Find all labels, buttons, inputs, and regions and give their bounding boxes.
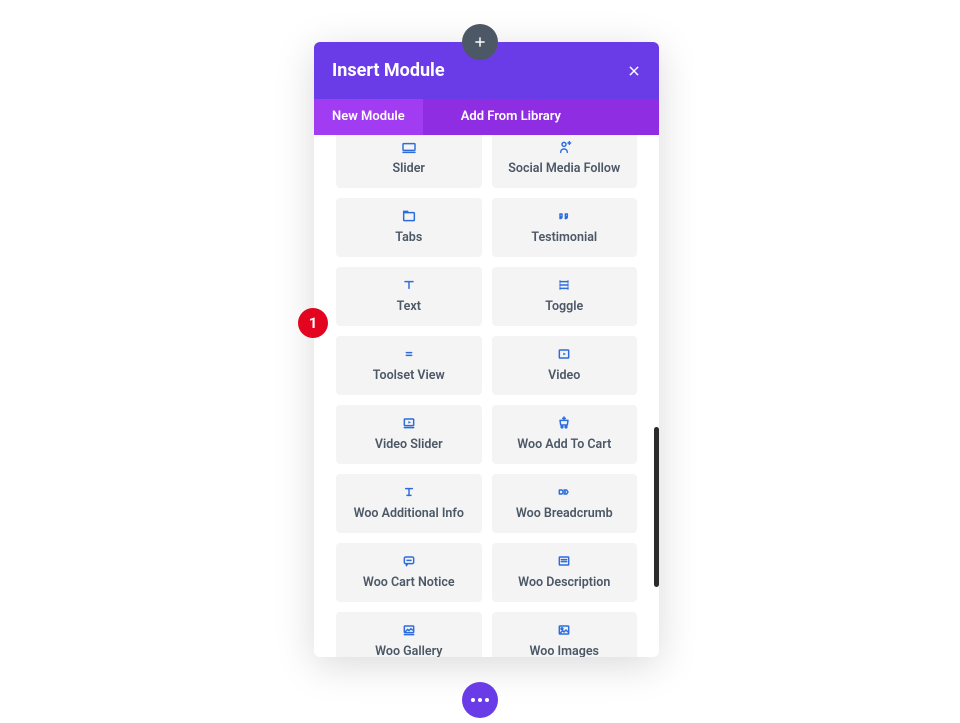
module-woo-breadcrumb[interactable]: Woo Breadcrumb [492, 474, 638, 533]
module-woo-images[interactable]: Woo Images [492, 612, 638, 657]
module-label: Toggle [545, 299, 583, 314]
desc-icon [556, 552, 572, 570]
scrollbar-thumb[interactable] [654, 427, 659, 587]
dots-icon [478, 698, 482, 702]
module-label: Social Media Follow [508, 161, 620, 176]
dots-icon [471, 698, 475, 702]
module-label: Toolset View [373, 368, 445, 383]
breadcrumb-icon [556, 483, 572, 501]
module-label: Woo Additional Info [354, 506, 464, 521]
module-list-scroll[interactable]: Slider Social Media Follow Tabs Testimon… [314, 135, 659, 657]
plus-icon [473, 35, 487, 49]
annotation-number: 1 [309, 314, 318, 332]
module-video-slider[interactable]: Video Slider [336, 405, 482, 464]
insert-module-modal: Insert Module New Module Add From Librar… [314, 42, 659, 657]
module-woo-gallery[interactable]: Woo Gallery [336, 612, 482, 657]
tabs-icon [401, 207, 417, 225]
tab-add-from-library[interactable]: Add From Library [423, 99, 599, 135]
module-text[interactable]: Text [336, 267, 482, 326]
close-icon[interactable] [627, 64, 641, 78]
module-woo-additional-info[interactable]: Woo Additional Info [336, 474, 482, 533]
module-label: Woo Description [518, 575, 610, 590]
modal-title: Insert Module [332, 60, 445, 81]
text-t-icon [401, 276, 417, 294]
person-plus-icon [556, 138, 572, 156]
module-label: Video [548, 368, 580, 383]
page-settings-button[interactable] [462, 682, 498, 718]
info-t-icon [401, 483, 417, 501]
annotation-badge-1: 1 [298, 308, 328, 338]
modal-tabs: New Module Add From Library [314, 99, 659, 135]
module-woo-description[interactable]: Woo Description [492, 543, 638, 602]
module-woo-cart-notice[interactable]: Woo Cart Notice [336, 543, 482, 602]
video-icon [556, 345, 572, 363]
module-label: Woo Images [530, 644, 599, 657]
module-label: Woo Cart Notice [363, 575, 455, 590]
chat-icon [401, 552, 417, 570]
module-label: Text [397, 299, 421, 314]
module-label: Slider [393, 161, 425, 176]
quote-icon [556, 207, 572, 225]
module-video[interactable]: Video [492, 336, 638, 395]
module-toolset-view[interactable]: Toolset View [336, 336, 482, 395]
module-woo-add-to-cart[interactable]: Woo Add To Cart [492, 405, 638, 464]
lines-icon [401, 345, 417, 363]
module-social-media-follow[interactable]: Social Media Follow [492, 135, 638, 188]
dots-icon [485, 698, 489, 702]
module-slider[interactable]: Slider [336, 135, 482, 188]
module-testimonial[interactable]: Testimonial [492, 198, 638, 257]
toggle-list-icon [556, 276, 572, 294]
section-add-button[interactable] [462, 24, 498, 60]
slider-icon [401, 138, 417, 156]
module-label: Woo Breadcrumb [516, 506, 613, 521]
tab-new-module[interactable]: New Module [314, 99, 423, 135]
module-grid: Slider Social Media Follow Tabs Testimon… [318, 135, 655, 657]
module-label: Tabs [395, 230, 422, 245]
module-label: Testimonial [531, 230, 597, 245]
cart-add-icon [556, 414, 572, 432]
gallery-icon [401, 621, 417, 639]
module-label: Woo Add To Cart [517, 437, 611, 452]
video-slider-icon [401, 414, 417, 432]
module-tabs[interactable]: Tabs [336, 198, 482, 257]
module-toggle[interactable]: Toggle [492, 267, 638, 326]
module-label: Woo Gallery [375, 644, 442, 657]
image-icon [556, 621, 572, 639]
module-label: Video Slider [375, 437, 443, 452]
